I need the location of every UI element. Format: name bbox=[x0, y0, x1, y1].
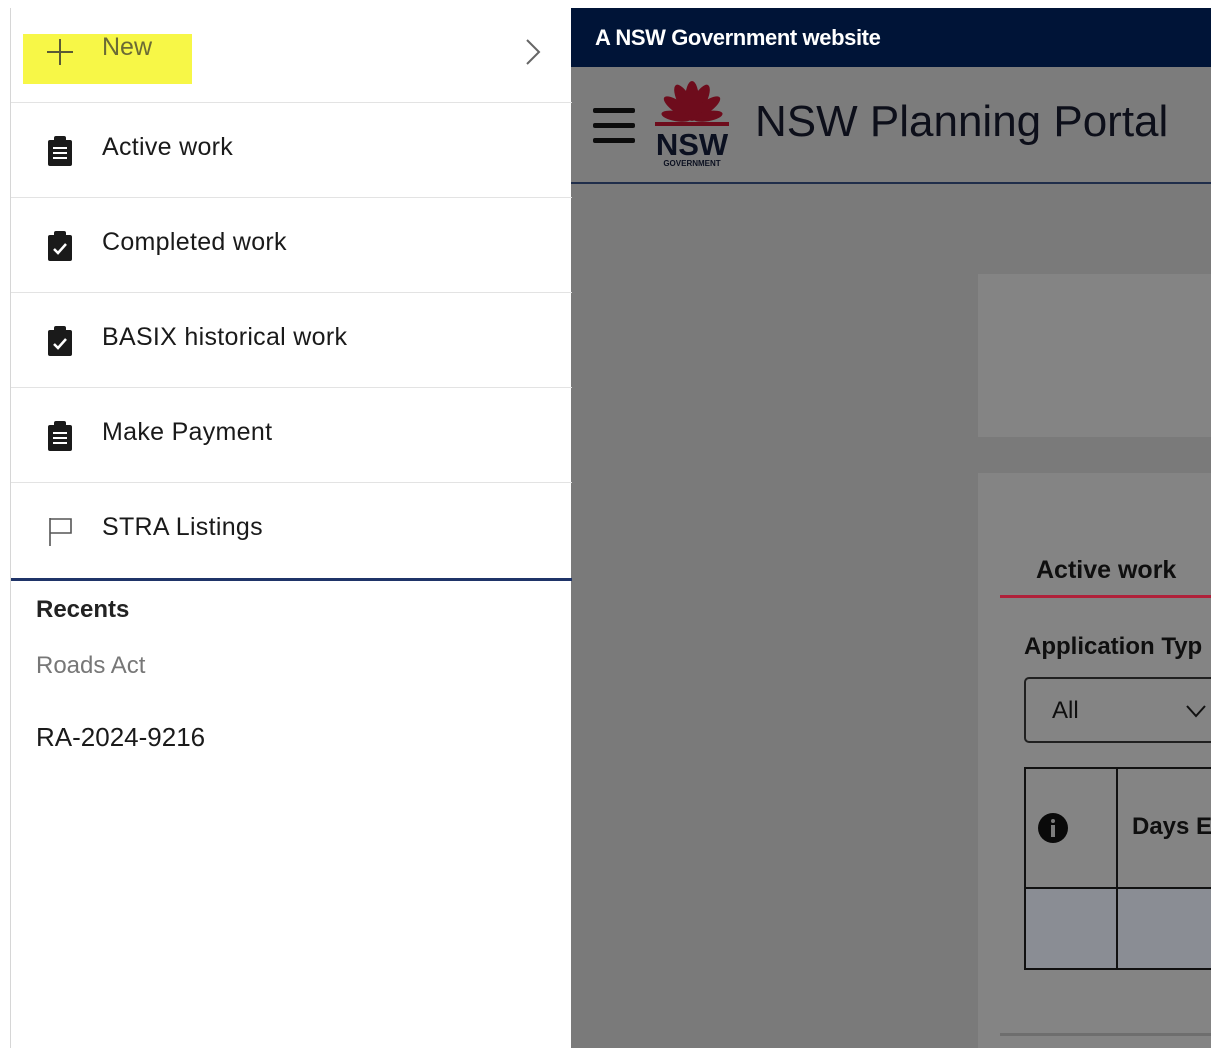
plus-icon bbox=[47, 39, 73, 65]
content-card-main: Active work Application Typ All Days E bbox=[978, 473, 1211, 1048]
content-card-top bbox=[978, 274, 1211, 437]
tab-active-work[interactable]: Active work bbox=[1000, 549, 1211, 598]
nsw-government-logo[interactable]: NSW GOVERNMENT bbox=[651, 77, 733, 169]
select-value: All bbox=[1052, 697, 1079, 724]
clipboard-icon bbox=[48, 421, 72, 451]
recent-item[interactable]: RA-2024-9216 bbox=[36, 722, 205, 753]
application-type-select[interactable]: All bbox=[1024, 677, 1211, 743]
table-header-info bbox=[1024, 767, 1118, 889]
nsw-wordmark: NSW bbox=[656, 127, 729, 162]
chevron-right-icon bbox=[526, 39, 541, 65]
sidebar-item-label: New bbox=[102, 33, 153, 61]
info-icon[interactable] bbox=[1038, 813, 1068, 843]
sidebar-item-label: Completed work bbox=[102, 228, 287, 256]
clipboard-check-icon bbox=[48, 326, 72, 356]
sidebar-item-stra-listings[interactable]: STRA Listings bbox=[11, 483, 572, 578]
sidebar-item-active-work[interactable]: Active work bbox=[11, 103, 572, 198]
hamburger-menu-icon[interactable] bbox=[593, 108, 637, 148]
sidebar-item-new[interactable]: New bbox=[11, 8, 572, 103]
portal-header: NSW GOVERNMENT NSW Planning Portal bbox=[571, 67, 1211, 184]
tab-label: Active work bbox=[1036, 556, 1177, 584]
card-divider bbox=[1000, 1033, 1211, 1036]
clipboard-icon bbox=[48, 136, 72, 166]
gov-banner-text: A NSW Government website bbox=[595, 25, 881, 50]
sidebar-item-label: Active work bbox=[102, 133, 234, 161]
sidebar-item-label: Make Payment bbox=[102, 418, 273, 446]
sidebar-item-label: BASIX historical work bbox=[102, 323, 348, 351]
sidebar-item-completed-work[interactable]: Completed work bbox=[11, 198, 572, 293]
gov-banner: A NSW Government website bbox=[571, 8, 1211, 67]
chevron-down-icon bbox=[1186, 705, 1206, 718]
navigation-sidebar: New Active work Completed work BASIX his… bbox=[10, 8, 572, 1048]
recents-heading: Recents bbox=[36, 596, 130, 623]
portal-page: A NSW Government website NSW GOVERNMENT … bbox=[571, 8, 1211, 1048]
flag-icon bbox=[49, 518, 72, 546]
column-header-days: Days E bbox=[1132, 813, 1211, 840]
table-row-cell bbox=[1116, 887, 1211, 970]
table-row-cell bbox=[1024, 887, 1118, 970]
application-type-label: Application Typ bbox=[1024, 633, 1203, 660]
sidebar-item-make-payment[interactable]: Make Payment bbox=[11, 388, 572, 483]
work-table: Days E bbox=[1024, 767, 1211, 970]
sidebar-item-label: STRA Listings bbox=[102, 513, 263, 541]
sidebar-divider bbox=[11, 578, 572, 581]
portal-title[interactable]: NSW Planning Portal bbox=[755, 97, 1168, 147]
recents-category: Roads Act bbox=[36, 652, 146, 679]
screen: A NSW Government website NSW GOVERNMENT … bbox=[0, 0, 1211, 1048]
clipboard-check-icon bbox=[48, 231, 72, 261]
sidebar-item-basix-historical-work[interactable]: BASIX historical work bbox=[11, 293, 572, 388]
government-subtext: GOVERNMENT bbox=[663, 159, 720, 168]
table-header-days[interactable]: Days E bbox=[1116, 767, 1211, 889]
